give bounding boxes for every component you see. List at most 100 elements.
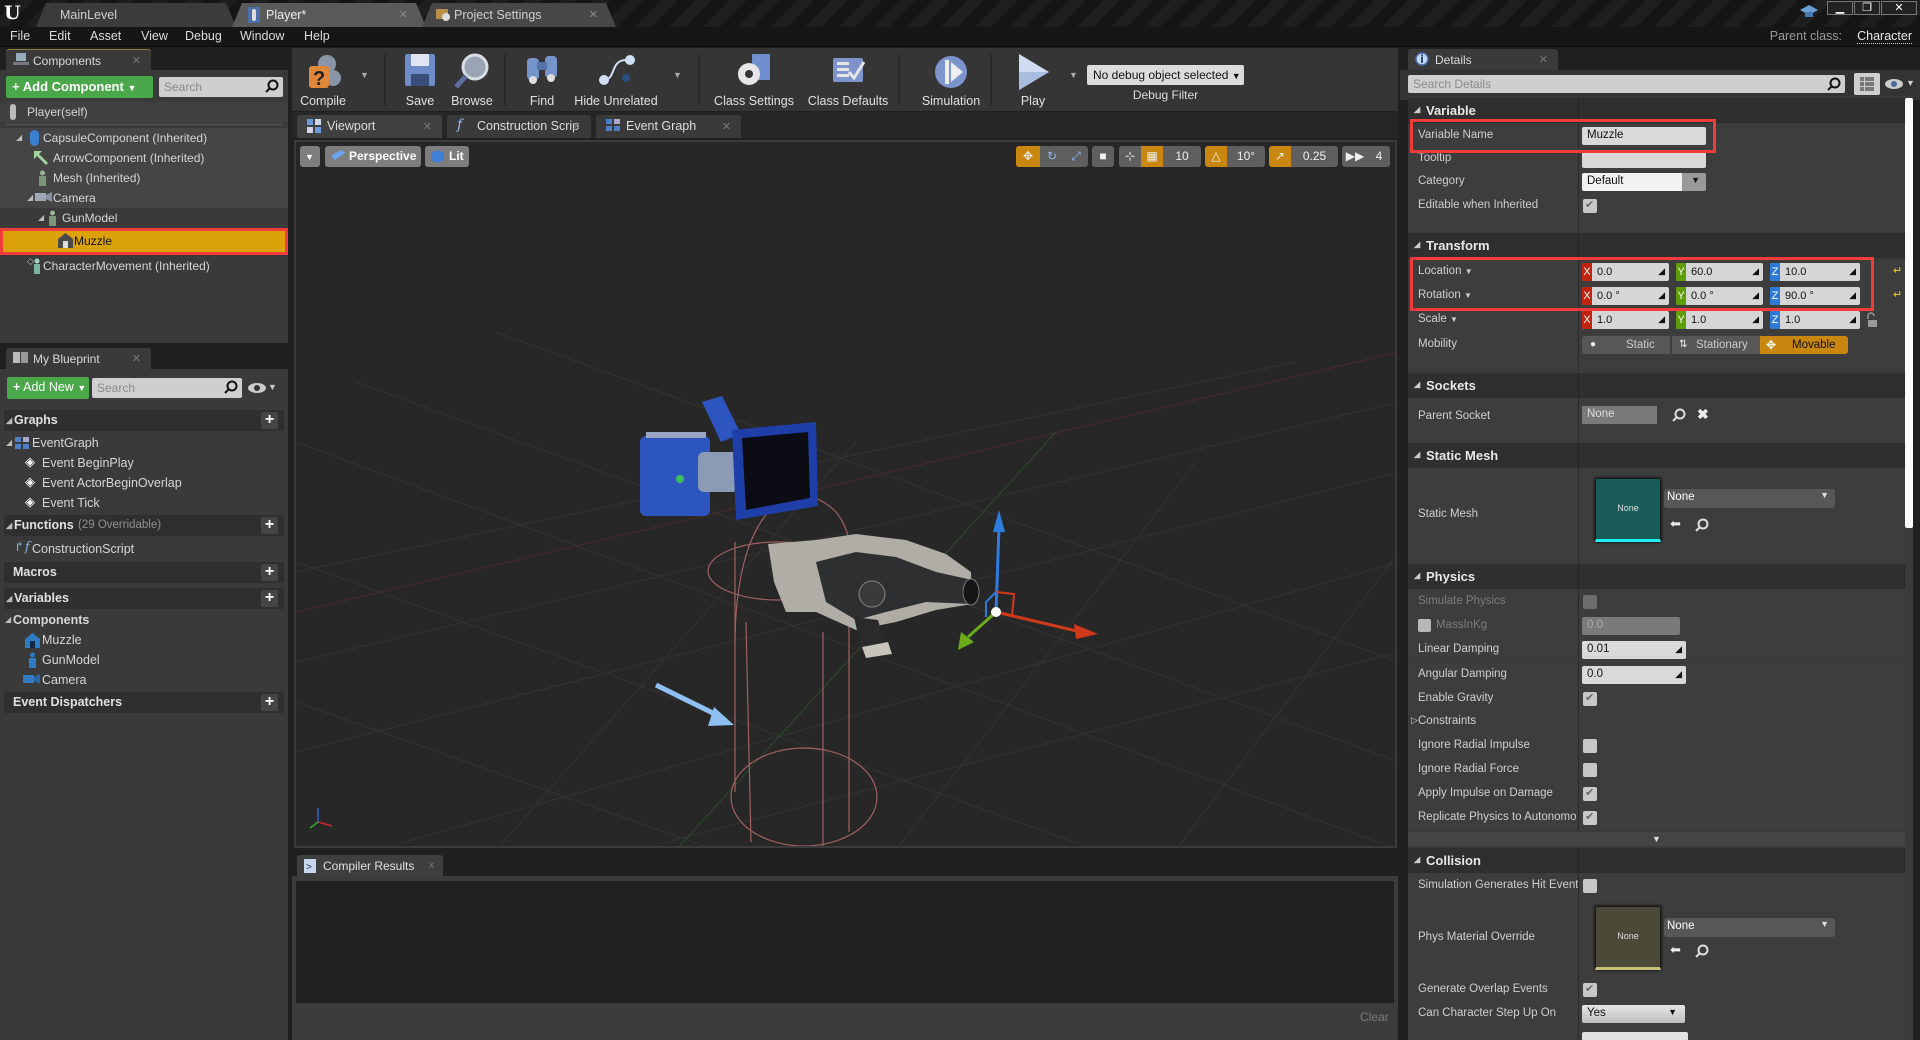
- rotation-snap-value[interactable]: 10°: [1227, 146, 1265, 167]
- tab-construction-script[interactable]: f Construction Scrip ✕: [447, 115, 591, 138]
- details-scrollbar[interactable]: [1905, 98, 1913, 528]
- view-options-chevron-icon[interactable]: ▼: [1906, 78, 1915, 88]
- components-category[interactable]: ◢ Components: [0, 610, 288, 630]
- perspective-button[interactable]: Perspective: [325, 146, 421, 167]
- components-tab[interactable]: Components ✕: [6, 49, 151, 70]
- tooltip-input[interactable]: [1582, 150, 1706, 168]
- close-tab-icon[interactable]: ✕: [589, 8, 598, 21]
- browse-asset-icon[interactable]: [1695, 518, 1709, 532]
- graph-item-eventgraph[interactable]: ◢ EventGraph: [0, 433, 288, 453]
- drag-handle-icon[interactable]: ◢: [1658, 290, 1665, 301]
- save-button[interactable]: Save: [400, 48, 440, 111]
- tree-root-player[interactable]: Player(self): [0, 102, 288, 122]
- scale-y-field[interactable]: Y 1.0 ◢: [1676, 311, 1763, 329]
- details-search-input[interactable]: Search Details: [1408, 75, 1845, 93]
- eye-icon[interactable]: [247, 382, 267, 394]
- section-physics[interactable]: ◢ Physics: [1408, 564, 1905, 589]
- camera-speed-group[interactable]: ▶▶ 4: [1342, 146, 1390, 167]
- tree-item[interactable]: ◢ GunModel: [0, 208, 288, 228]
- close-tab-icon[interactable]: ✕: [1539, 53, 1548, 66]
- enable-gravity-checkbox[interactable]: [1583, 691, 1597, 706]
- close-tab-icon[interactable]: ✕: [132, 54, 141, 67]
- tree-item[interactable]: ◢ Camera: [0, 188, 288, 208]
- close-tab-icon[interactable]: ✕: [399, 8, 408, 21]
- mobility-stationary[interactable]: ⇅ Stationary: [1670, 336, 1758, 354]
- reset-to-default-icon[interactable]: ↵: [1893, 264, 1902, 277]
- functions-section-header[interactable]: ◢ Functions (29 Overridable) +: [4, 515, 284, 536]
- add-variable-button[interactable]: +: [261, 590, 278, 607]
- tree-item-selected[interactable]: Muzzle: [0, 230, 288, 252]
- chevron-down-icon[interactable]: ▼: [1450, 315, 1458, 324]
- view-options-chevron-icon[interactable]: ▼: [268, 382, 277, 392]
- tree-item[interactable]: Mesh (Inherited): [0, 168, 288, 188]
- simulation-button[interactable]: Simulation: [914, 48, 988, 111]
- use-selected-asset-icon[interactable]: ⬅: [1670, 942, 1681, 958]
- gizmo-y-axis[interactable]: [967, 610, 997, 639]
- mass-input[interactable]: 0.0: [1582, 617, 1680, 635]
- section-static-mesh[interactable]: ◢ Static Mesh: [1408, 443, 1905, 468]
- phys-material-thumbnail[interactable]: None: [1595, 906, 1661, 970]
- variable-item[interactable]: Camera: [0, 670, 288, 690]
- rotation-z-field[interactable]: Z 90.0 ° ◢: [1770, 287, 1860, 305]
- search-icon[interactable]: [1672, 408, 1686, 422]
- world-local-icon[interactable]: ⊹: [1119, 146, 1141, 167]
- row-constraints[interactable]: ▷ Constraints: [1408, 710, 1905, 734]
- macros-section-header[interactable]: Macros +: [4, 562, 284, 583]
- tree-item[interactable]: ◢ CapsuleComponent (Inherited): [0, 128, 288, 148]
- tree-item[interactable]: ◇ CharacterMovement (Inherited): [0, 256, 288, 276]
- replicate-physics-checkbox[interactable]: [1583, 810, 1597, 825]
- drag-handle-icon[interactable]: ◢: [1658, 314, 1665, 325]
- window-tab-mainlevel[interactable]: MainLevel: [36, 3, 236, 27]
- gizmo-z-axis[interactable]: [994, 526, 1001, 613]
- chevron-down-icon[interactable]: ▼: [1464, 291, 1472, 300]
- drag-handle-icon[interactable]: ◢: [1849, 314, 1856, 325]
- drag-handle-icon[interactable]: ◢: [1752, 314, 1759, 325]
- mass-override-checkbox[interactable]: [1418, 619, 1431, 632]
- chevron-down-icon[interactable]: ▼: [1465, 267, 1473, 276]
- variables-section-header[interactable]: ◢ Variables +: [4, 588, 284, 609]
- menu-debug[interactable]: Debug: [185, 29, 222, 43]
- add-new-button[interactable]: + Add New ▼: [7, 377, 89, 399]
- scale-x-field[interactable]: X 1.0 ◢: [1582, 311, 1669, 329]
- grid-snap-value[interactable]: 10: [1163, 146, 1201, 167]
- section-sockets[interactable]: ◢ Sockets: [1408, 373, 1905, 398]
- translate-tool-icon[interactable]: ✥: [1016, 146, 1040, 167]
- grid-snap-icon[interactable]: ▦: [1141, 146, 1163, 167]
- generate-overlap-checkbox[interactable]: [1583, 982, 1597, 997]
- category-dropdown[interactable]: Default ▼: [1582, 173, 1706, 191]
- reset-to-default-icon[interactable]: ↵: [1893, 288, 1902, 301]
- scale-snap-value[interactable]: 0.25: [1291, 146, 1338, 167]
- menu-view[interactable]: View: [141, 29, 168, 43]
- close-tab-icon[interactable]: ✕: [722, 120, 731, 133]
- angular-damping-input[interactable]: 0.0 ◢: [1582, 666, 1686, 684]
- compile-options-chevron-icon[interactable]: ▼: [360, 70, 369, 80]
- simulate-physics-checkbox[interactable]: [1583, 595, 1597, 609]
- menu-help[interactable]: Help: [304, 29, 330, 43]
- surface-snapping-button[interactable]: ■: [1092, 146, 1114, 167]
- gizmo-z-arrowhead[interactable]: [993, 510, 1005, 532]
- tab-viewport[interactable]: Viewport ✕: [297, 115, 442, 138]
- compiler-output-log[interactable]: [296, 881, 1394, 1003]
- my-blueprint-tab[interactable]: My Blueprint ✕: [6, 348, 151, 369]
- hide-unrelated-chevron-icon[interactable]: ▼: [673, 70, 682, 80]
- add-function-button[interactable]: +: [261, 517, 278, 534]
- location-y-field[interactable]: Y 60.0 ◢: [1676, 263, 1763, 281]
- event-item[interactable]: ◈ Event Tick: [0, 493, 288, 513]
- section-transform[interactable]: ◢ Transform: [1408, 233, 1905, 258]
- tab-event-graph[interactable]: Event Graph ✕: [596, 115, 741, 138]
- tree-item[interactable]: ArrowComponent (Inherited): [0, 148, 288, 168]
- clear-socket-icon[interactable]: ✖: [1697, 406, 1709, 423]
- add-dispatcher-button[interactable]: +: [261, 694, 278, 711]
- play-button[interactable]: Play: [1010, 48, 1056, 111]
- menu-file[interactable]: File: [10, 29, 30, 43]
- gizmo-center-handle[interactable]: [991, 607, 1001, 617]
- play-options-chevron-icon[interactable]: ▼: [1069, 70, 1078, 80]
- find-button[interactable]: Find: [520, 48, 564, 111]
- components-search-input[interactable]: Search: [159, 77, 283, 97]
- advanced-expand-button[interactable]: ▼: [1408, 832, 1905, 846]
- step-up-dropdown[interactable]: Yes ▼: [1582, 1005, 1685, 1023]
- viewport[interactable]: ▼ Perspective Lit ✥ ↻ ⤢ ■ ⊹ ▦ 10 △ 10° ↗…: [294, 140, 1397, 848]
- drag-handle-icon[interactable]: ◢: [1849, 290, 1856, 301]
- gizmo-x-axis[interactable]: [995, 610, 1082, 634]
- add-component-button[interactable]: + Add Component ▼: [6, 76, 153, 98]
